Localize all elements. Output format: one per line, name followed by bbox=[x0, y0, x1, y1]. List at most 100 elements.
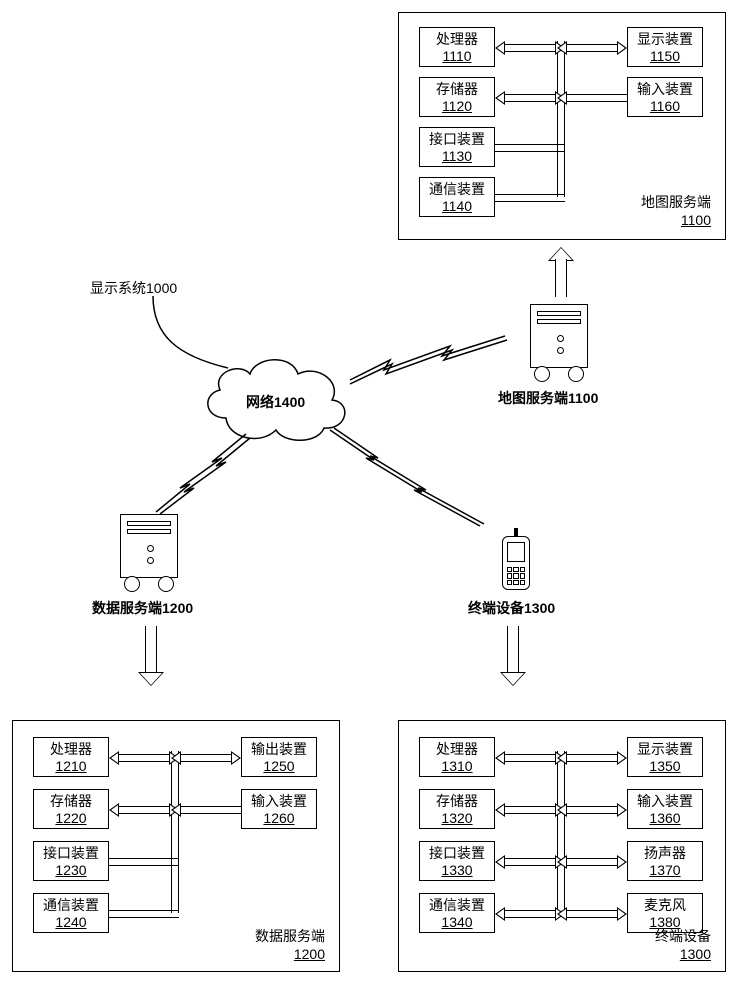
arrow-double bbox=[495, 91, 565, 105]
bus-vertical bbox=[557, 751, 565, 913]
box-num: 1120 bbox=[424, 98, 490, 116]
map-memory-box: 存储器 1120 bbox=[419, 77, 495, 117]
terminal-icon-label: 终端设备1300 bbox=[468, 598, 555, 618]
box-num: 1210 bbox=[38, 758, 104, 776]
map-processor-box: 处理器 1110 bbox=[419, 27, 495, 67]
map-input-box: 输入装置 1160 bbox=[627, 77, 703, 117]
map-panel-title: 地图服务端 1100 bbox=[641, 193, 711, 229]
arrow-double bbox=[109, 803, 179, 817]
box-label: 处理器 bbox=[424, 31, 490, 49]
terminal-panel-title: 终端设备 1300 bbox=[655, 927, 711, 963]
arrow-double bbox=[495, 41, 565, 55]
arrow-left-only bbox=[171, 803, 241, 817]
big-arrow-down bbox=[138, 626, 164, 686]
bus-vertical bbox=[171, 751, 179, 913]
data-server-panel: 处理器 1210 存储器 1220 接口装置 1230 通信装置 1240 输出… bbox=[12, 720, 340, 972]
box-label: 存储器 bbox=[424, 81, 490, 99]
zig-to-data-server bbox=[156, 434, 256, 514]
term-comm-box: 通信装置 1340 bbox=[419, 893, 495, 933]
term-processor-box: 处理器 1310 bbox=[419, 737, 495, 777]
box-num: 1330 bbox=[424, 862, 490, 880]
data-processor-box: 处理器 1210 bbox=[33, 737, 109, 777]
box-label: 通信装置 bbox=[424, 181, 490, 199]
box-label: 存储器 bbox=[38, 793, 104, 811]
box-label: 输入装置 bbox=[246, 793, 312, 811]
data-server-icon-label: 数据服务端1200 bbox=[92, 598, 193, 618]
term-memory-box: 存储器 1320 bbox=[419, 789, 495, 829]
map-interface-box: 接口装置 1130 bbox=[419, 127, 495, 167]
box-label: 麦克风 bbox=[632, 897, 698, 915]
box-label: 输入装置 bbox=[632, 793, 698, 811]
box-num: 1250 bbox=[246, 758, 312, 776]
arrow-double bbox=[557, 41, 627, 55]
box-label: 扬声器 bbox=[632, 845, 698, 863]
arrow-double bbox=[557, 855, 627, 869]
title-num: 1100 bbox=[641, 211, 711, 229]
data-output-box: 输出装置 1250 bbox=[241, 737, 317, 777]
arrow-double bbox=[495, 855, 565, 869]
title-name: 地图服务端 bbox=[641, 193, 711, 211]
terminal-icon bbox=[502, 528, 530, 590]
box-num: 1110 bbox=[424, 48, 490, 66]
data-input-box: 输入装置 1260 bbox=[241, 789, 317, 829]
box-num: 1160 bbox=[632, 98, 698, 116]
bus-vertical bbox=[557, 41, 565, 197]
title-name: 终端设备 bbox=[655, 927, 711, 945]
box-num: 1220 bbox=[38, 810, 104, 828]
zig-to-terminal bbox=[330, 430, 490, 530]
box-num: 1320 bbox=[424, 810, 490, 828]
title-num: 1200 bbox=[255, 945, 325, 963]
box-num: 1310 bbox=[424, 758, 490, 776]
term-speaker-box: 扬声器 1370 bbox=[627, 841, 703, 881]
data-interface-box: 接口装置 1230 bbox=[33, 841, 109, 881]
box-num: 1260 bbox=[246, 810, 312, 828]
box-label: 输出装置 bbox=[246, 741, 312, 759]
data-comm-box: 通信装置 1240 bbox=[33, 893, 109, 933]
box-label: 接口装置 bbox=[424, 845, 490, 863]
box-num: 1370 bbox=[632, 862, 698, 880]
box-num: 1340 bbox=[424, 914, 490, 932]
title-name: 数据服务端 bbox=[255, 927, 325, 945]
term-display-box: 显示装置 1350 bbox=[627, 737, 703, 777]
box-label: 显示装置 bbox=[632, 31, 698, 49]
arrow-double bbox=[171, 751, 241, 765]
arrow-double bbox=[109, 751, 179, 765]
arrow-double bbox=[557, 751, 627, 765]
box-num: 1360 bbox=[632, 810, 698, 828]
big-arrow-up bbox=[548, 247, 574, 297]
arrow-double bbox=[557, 907, 627, 921]
box-label: 显示装置 bbox=[632, 741, 698, 759]
network-label: 网络1400 bbox=[246, 392, 305, 412]
box-label: 通信装置 bbox=[38, 897, 104, 915]
map-server-icon bbox=[530, 304, 588, 382]
term-input-box: 输入装置 1360 bbox=[627, 789, 703, 829]
arrow-double bbox=[495, 803, 565, 817]
title-num: 1300 bbox=[655, 945, 711, 963]
box-label: 接口装置 bbox=[424, 131, 490, 149]
box-num: 1150 bbox=[632, 48, 698, 66]
map-comm-box: 通信装置 1140 bbox=[419, 177, 495, 217]
map-server-icon-label: 地图服务端1100 bbox=[498, 388, 598, 408]
data-server-icon bbox=[120, 514, 178, 592]
box-label: 存储器 bbox=[424, 793, 490, 811]
system-label: 显示系统1000 bbox=[90, 278, 177, 298]
box-num: 1140 bbox=[424, 198, 490, 216]
box-num: 1240 bbox=[38, 914, 104, 932]
box-label: 处理器 bbox=[424, 741, 490, 759]
arrow-double bbox=[495, 751, 565, 765]
terminal-panel: 处理器 1310 存储器 1320 接口装置 1330 通信装置 1340 显示… bbox=[398, 720, 726, 972]
zig-to-map-server bbox=[350, 340, 510, 390]
box-label: 接口装置 bbox=[38, 845, 104, 863]
data-panel-title: 数据服务端 1200 bbox=[255, 927, 325, 963]
box-label: 输入装置 bbox=[632, 81, 698, 99]
map-server-panel: 处理器 1110 存储器 1120 接口装置 1130 通信装置 1140 显示… bbox=[398, 12, 726, 240]
arrow-left-only bbox=[557, 91, 627, 105]
arrow-double bbox=[495, 907, 565, 921]
box-num: 1350 bbox=[632, 758, 698, 776]
box-label: 通信装置 bbox=[424, 897, 490, 915]
big-arrow-down bbox=[500, 626, 526, 686]
arrow-double bbox=[557, 803, 627, 817]
box-num: 1130 bbox=[424, 148, 490, 166]
box-label: 处理器 bbox=[38, 741, 104, 759]
box-num: 1230 bbox=[38, 862, 104, 880]
